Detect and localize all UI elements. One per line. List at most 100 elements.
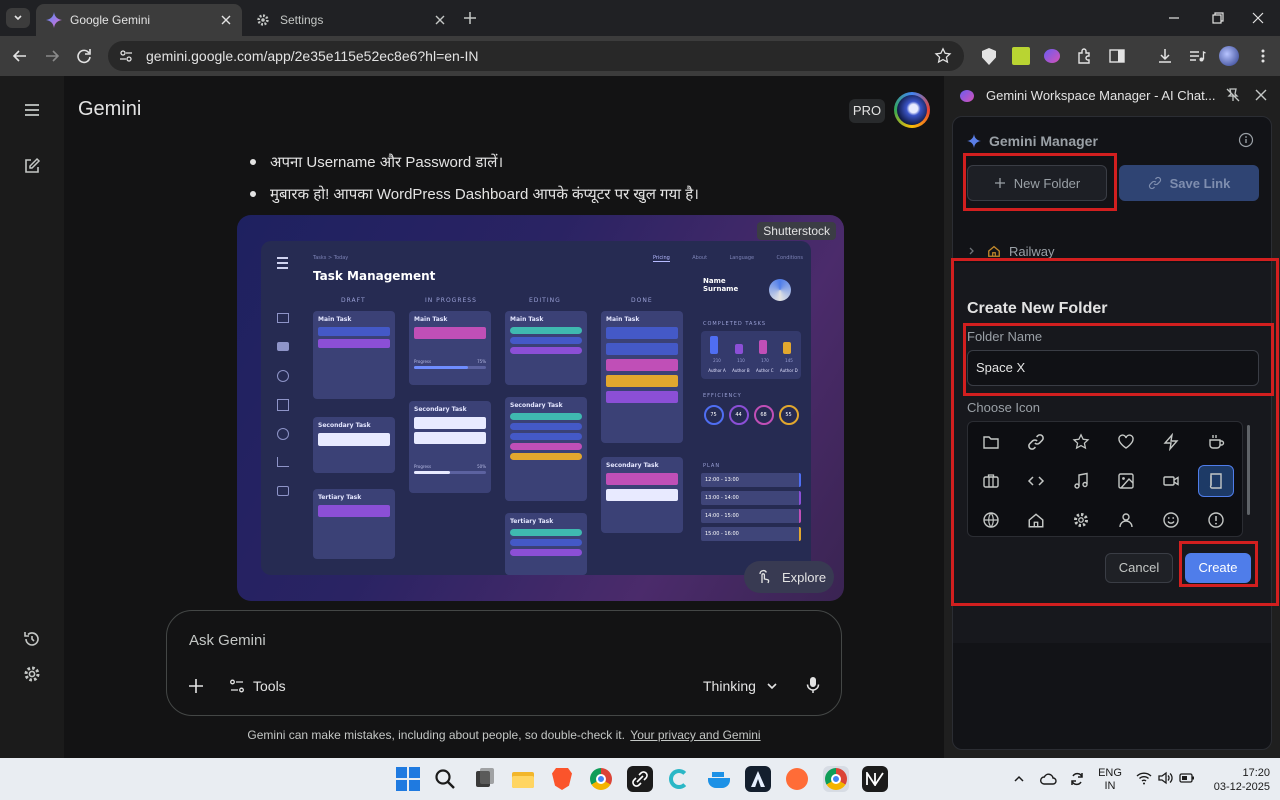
green-extension-icon[interactable] [1012, 47, 1030, 65]
mock-card-title: Main Task [606, 316, 640, 323]
chevron-up-icon[interactable] [1013, 773, 1025, 785]
task-view-icon[interactable] [471, 766, 497, 792]
mock-completed-label: COMPLETED TASKS [703, 321, 767, 327]
puzzle-icon[interactable] [1076, 47, 1094, 65]
tab-search-button[interactable] [6, 8, 30, 28]
cloud-icon[interactable] [1039, 771, 1057, 787]
app-icon-dark[interactable] [862, 766, 888, 792]
wifi-icon[interactable] [1136, 771, 1152, 785]
prompt-input[interactable]: Ask Gemini [189, 632, 789, 649]
pro-badge[interactable]: PRO [849, 99, 885, 123]
minimize-icon[interactable] [1166, 10, 1182, 26]
chrome-active-icon[interactable] [823, 766, 849, 792]
mock-column-header: IN PROGRESS [425, 297, 477, 304]
site-info-button[interactable] [114, 44, 138, 68]
chrome-icon[interactable] [588, 766, 614, 792]
tools-button[interactable]: Tools [229, 673, 286, 699]
mock-card: Main Task [313, 311, 395, 399]
mock-card: Main Task [505, 311, 587, 385]
side-panel-icon[interactable] [1108, 47, 1126, 65]
time: 17:20 [1242, 767, 1270, 779]
search-icon[interactable] [433, 767, 457, 791]
close-panel-icon[interactable] [1254, 88, 1268, 102]
mock-card-title: Main Task [510, 316, 544, 323]
source-badge[interactable]: Shutterstock [757, 222, 836, 240]
add-icon[interactable] [187, 677, 205, 695]
gear-icon [257, 14, 269, 26]
mock-progress-label: Progress [414, 359, 432, 364]
account-avatar[interactable] [894, 92, 930, 128]
mock-author: Author B [732, 368, 750, 373]
download-icon[interactable] [1156, 47, 1174, 65]
gemini-left-rail [0, 76, 64, 758]
highlight-new-folder [963, 153, 1117, 211]
mock-breadcrumb: Tasks > Today [313, 255, 349, 261]
more-menu-icon[interactable] [1254, 47, 1272, 65]
brave-icon[interactable] [549, 766, 575, 792]
back-icon[interactable] [10, 46, 30, 66]
app-icon-a[interactable] [745, 766, 771, 792]
mock-card: Tertiary Task [505, 513, 587, 575]
windows-start-icon[interactable] [395, 766, 421, 792]
mock-plan-time: 13:00 - 14:00 [705, 495, 739, 501]
tab-settings[interactable]: Settings [246, 4, 456, 36]
mode-label: Thinking [703, 678, 756, 694]
mock-card-title: Secondary Task [414, 406, 467, 413]
battery-icon[interactable] [1179, 772, 1195, 784]
history-icon[interactable] [22, 629, 42, 649]
response-image[interactable]: Shutterstock Tasks > Today Task Manageme… [237, 215, 844, 601]
mode-selector[interactable]: Thinking [703, 673, 778, 699]
app-icon-link[interactable] [627, 766, 653, 792]
restore-icon[interactable] [1210, 10, 1226, 26]
address-bar[interactable]: gemini.google.com/app/2e35e115e52ec8e6?h… [108, 41, 964, 71]
docker-icon[interactable] [706, 766, 732, 792]
disclaimer: Gemini can make mistakes, including abou… [64, 728, 944, 742]
tab-google-gemini[interactable]: Google Gemini [36, 4, 242, 36]
new-tab-icon[interactable] [462, 10, 478, 26]
gemini-brand[interactable]: Gemini [78, 98, 141, 121]
clock[interactable]: 17:20 03-12-2025 [1204, 766, 1270, 794]
file-explorer-icon[interactable] [510, 766, 536, 792]
language-indicator[interactable]: ENG IN [1096, 767, 1124, 793]
gemini-sparkle-icon [46, 12, 62, 28]
region-code: IN [1104, 780, 1116, 792]
mock-tab: About [692, 255, 708, 261]
save-link-button[interactable]: Save Link [1119, 165, 1259, 201]
info-icon[interactable] [1238, 132, 1254, 148]
unpin-icon[interactable] [1225, 87, 1241, 103]
mock-name: Name Surname [703, 277, 739, 293]
bookmark-star-icon[interactable] [934, 47, 952, 65]
microphone-icon[interactable] [805, 675, 821, 695]
mock-completed-value: 210 [713, 358, 721, 363]
reload-icon[interactable] [74, 46, 94, 66]
close-window-icon[interactable] [1250, 10, 1266, 26]
tools-icon [230, 679, 244, 693]
privacy-link[interactable]: Your privacy and Gemini [630, 728, 760, 742]
new-chat-icon[interactable] [22, 156, 42, 176]
mock-tab: Pricing [653, 255, 670, 262]
taskbar: ENG IN 17:20 03-12-2025 [0, 758, 1280, 800]
bullet-text: अपना Username और Password डालें। [270, 154, 504, 171]
media-control-icon[interactable] [1188, 47, 1206, 65]
close-tab-icon[interactable] [218, 12, 234, 28]
sync-icon[interactable] [1068, 770, 1086, 788]
profile-avatar[interactable] [1219, 46, 1239, 66]
gemini-manager-extension-icon[interactable] [1044, 49, 1060, 63]
app-icon-wave[interactable] [666, 766, 692, 792]
url-text[interactable]: gemini.google.com/app/2e35e115e52ec8e6?h… [146, 48, 479, 64]
explore-button[interactable]: Explore [744, 561, 834, 593]
mock-completed-value: 145 [785, 358, 793, 363]
mock-completed-chart: 210 110 170 145 Author A Author B Author… [701, 331, 801, 379]
tab-strip: Google Gemini Settings [0, 0, 1280, 36]
shield-extension-icon[interactable] [982, 48, 996, 65]
forward-icon[interactable] [42, 46, 62, 66]
mock-card-title: Tertiary Task [318, 494, 362, 501]
mock-avatar [769, 279, 791, 301]
mock-card: Secondary Task [313, 417, 395, 473]
menu-icon[interactable] [22, 100, 42, 120]
close-tab-icon[interactable] [432, 12, 448, 28]
mock-card: Tertiary Task [313, 489, 395, 559]
settings-gear-icon[interactable] [22, 664, 42, 684]
volume-icon[interactable] [1157, 771, 1173, 785]
postman-icon[interactable] [784, 766, 810, 792]
